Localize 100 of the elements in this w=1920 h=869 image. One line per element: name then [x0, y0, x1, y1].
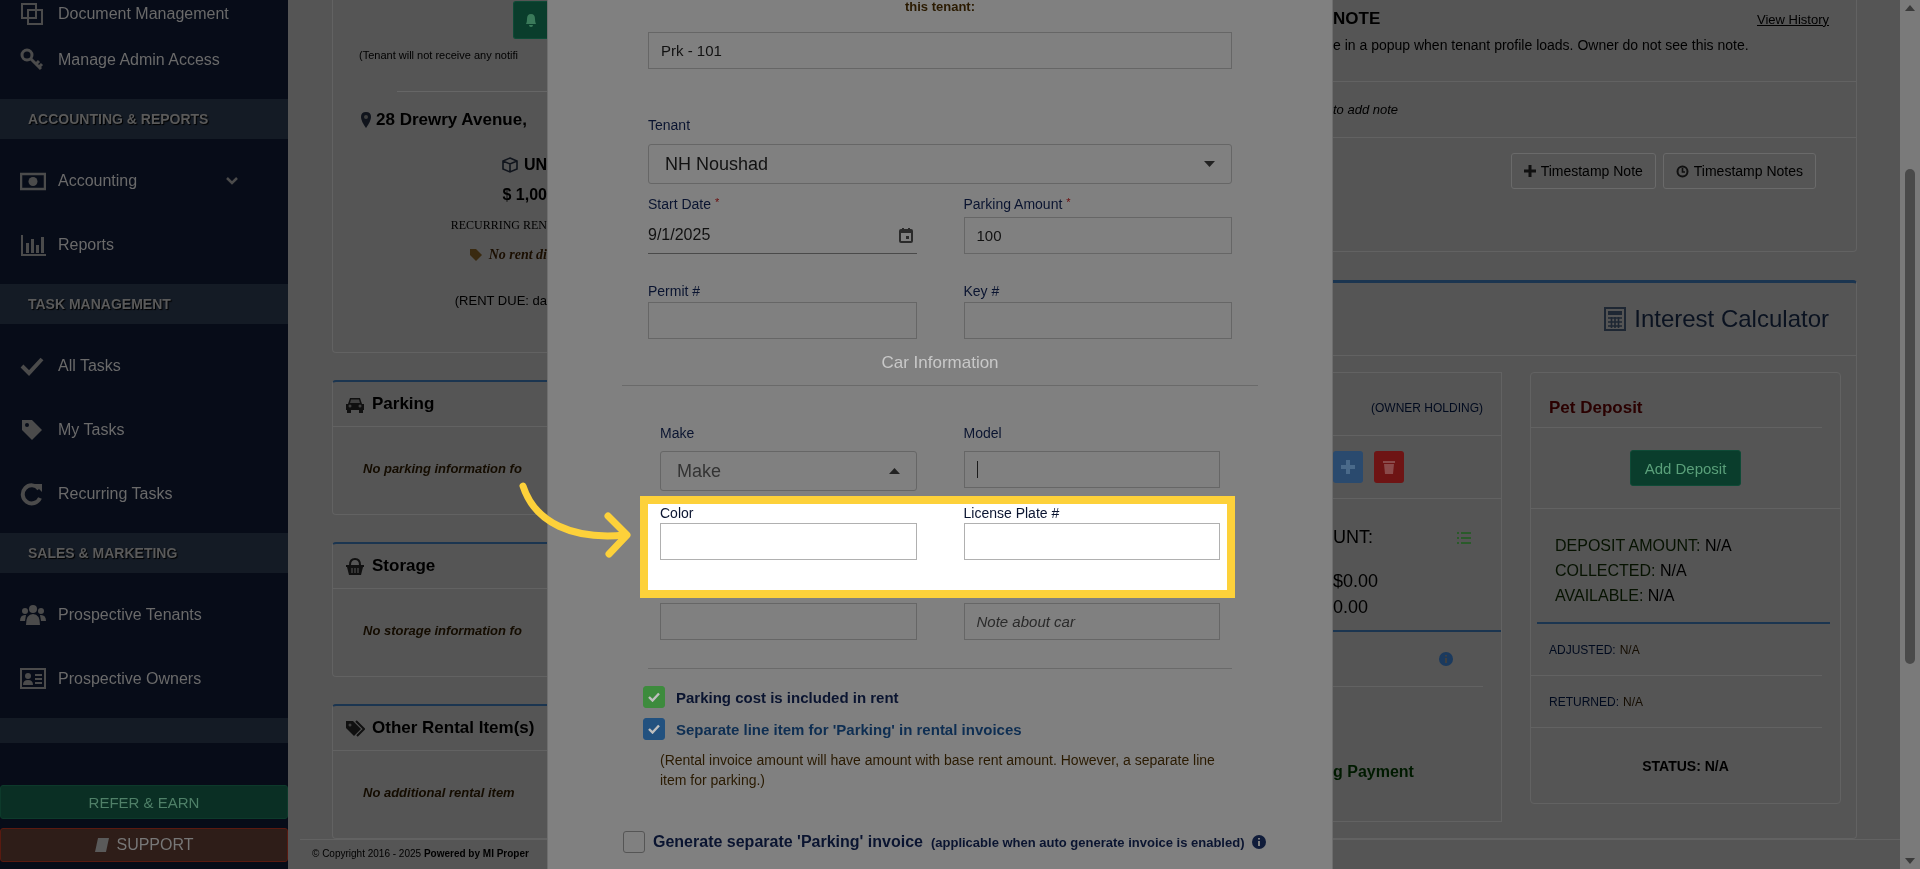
field-label: Permit #	[648, 283, 702, 301]
sidebar-item[interactable]: Manage Admin Access	[0, 28, 288, 92]
key-icon	[20, 48, 46, 72]
sidebar-item[interactable]: Accounting	[0, 149, 288, 213]
deposit-stat: COLLECTED: N/A	[1555, 561, 1688, 581]
empty-message: No parking information fo	[362, 460, 523, 478]
section-heading: ACCOUNTING & REPORTS	[0, 99, 288, 139]
section-title: Car Information	[880, 353, 1000, 373]
input-field[interactable]	[963, 451, 1220, 488]
checkbox[interactable]	[643, 686, 665, 708]
panel-title: Parking	[372, 394, 435, 414]
scroll-down-icon	[1905, 858, 1915, 864]
panel-title: Storage	[372, 556, 436, 576]
panel-title: Other Rental Item(s)	[372, 718, 535, 738]
help-note: (Rental invoice amount will have amount with base rent amount. However, a separate line item for parking.)	[660, 751, 1216, 790]
refer-button[interactable]: REFER & EARN	[0, 785, 288, 819]
add-button[interactable]	[1333, 451, 1363, 483]
input-field[interactable]	[660, 523, 917, 560]
checkbox[interactable]	[623, 831, 645, 853]
plus-icon	[1523, 165, 1536, 177]
field-label: Color	[660, 505, 695, 523]
info-icon	[1252, 835, 1267, 849]
rent-label: RECURRING REN	[450, 218, 547, 233]
rent-due-text: (RENT DUE: da	[454, 293, 547, 308]
input-field[interactable]	[963, 523, 1220, 560]
view-history-link[interactable]: View History	[1757, 11, 1829, 27]
note-description: e in a popup when tenant profile loads. Owner do not see this note.	[1333, 37, 1750, 55]
checkbox-option[interactable]: Separate line item for 'Parking' in rental invoices	[643, 718, 1232, 740]
deposit-stat: AVAILABLE: N/A	[1555, 586, 1676, 606]
payment-link[interactable]: g Payment	[1333, 763, 1501, 781]
date-field[interactable]: 9/1/2025	[648, 217, 917, 254]
property-address: 28 Drewry Avenue,	[376, 110, 527, 130]
calculator-title: Interest Calculator	[1634, 305, 1829, 333]
list-icon	[1457, 531, 1471, 544]
add-deposit-button[interactable]: Add Deposit	[1629, 450, 1742, 486]
trash-icon	[1382, 459, 1396, 475]
deposit-detail: RETURNED: N/A	[1531, 676, 1822, 728]
caret-icon	[1204, 161, 1215, 167]
field-label: License Plate #	[963, 505, 1061, 523]
sidebar-item[interactable]: Document Management	[0, 0, 288, 28]
scrollbar[interactable]	[1900, 0, 1920, 869]
input-field[interactable]: 100	[963, 217, 1232, 254]
plus-icon	[1340, 459, 1356, 475]
section-heading: TASK MANAGEMENT	[0, 284, 288, 324]
sidebar-item[interactable]: All Tasks	[0, 334, 288, 398]
field-label: Make	[660, 425, 696, 443]
tags-icon	[345, 718, 365, 738]
field-label: Tenant	[648, 117, 692, 135]
input-field[interactable]: Prk - 101	[648, 32, 1232, 69]
scroll-up-icon	[1905, 5, 1915, 11]
empty-message: No additional rental item	[362, 784, 516, 802]
support-button[interactable]: SUPPORT	[0, 828, 288, 862]
discount-text: No rent di	[488, 247, 547, 263]
timestamp-notes-button[interactable]: Timestamp Notes	[1662, 153, 1816, 189]
delete-button[interactable]	[1374, 451, 1404, 483]
deposit-stat: DEPOSIT AMOUNT: N/A	[1555, 536, 1733, 556]
input-field[interactable]: Note about car	[963, 603, 1220, 640]
info-icon	[1439, 652, 1453, 666]
book-icon	[94, 837, 111, 853]
basket-icon	[345, 556, 365, 576]
modal-heading: this tenant:	[903, 0, 977, 14]
deposit-status: STATUS: N/A	[1642, 757, 1729, 774]
scrollbar-thumb[interactable]	[1905, 169, 1915, 664]
checkmark-icon	[648, 724, 660, 734]
checkbox-option[interactable]: Parking cost is included in rent	[643, 686, 1232, 708]
note-title: NOTE	[1333, 9, 1381, 29]
deposit-detail: ADJUSTED: N/A	[1531, 624, 1822, 676]
section-heading: SALES & MARKETING	[0, 533, 288, 573]
field-label: Key #	[963, 283, 1001, 301]
timestamp-note-button[interactable]: Timestamp Note	[1510, 153, 1656, 189]
users-icon	[20, 603, 46, 627]
chart-icon	[20, 233, 46, 257]
calculator-icon	[1604, 307, 1627, 331]
sidebar-item[interactable]: Prospective Tenants	[0, 583, 288, 647]
select-field[interactable]: Make	[660, 451, 917, 491]
add-note-prompt[interactable]: to add note	[1333, 81, 1856, 138]
sidebar-item[interactable]: My Tasks	[0, 398, 288, 462]
checkbox[interactable]	[643, 718, 665, 740]
field-label: Parking Amount *	[963, 196, 1072, 214]
map-pin-icon	[361, 112, 371, 128]
empty-message: No storage information fo	[362, 622, 523, 640]
document-icon	[20, 2, 46, 26]
notify-button[interactable]	[513, 1, 547, 39]
sidebar-item[interactable]: Reports	[0, 213, 288, 277]
notification-note: (Tenant will not receive any notifi	[359, 49, 519, 61]
amount-label: UNT:	[1333, 527, 1373, 548]
input-field[interactable]	[648, 302, 917, 339]
amount-value: 0.00	[1333, 596, 1370, 619]
rent-amount: $ 1,00	[502, 186, 547, 204]
sidebar-item[interactable]: Prospective Owners	[0, 647, 288, 711]
amount-value: $0.00	[1333, 570, 1380, 593]
tag-icon	[468, 248, 483, 262]
field-label: Model	[963, 425, 1003, 443]
input-field[interactable]	[963, 302, 1232, 339]
cube-icon	[501, 157, 518, 173]
select-field[interactable]: NH Noushad	[648, 144, 1232, 184]
input-field[interactable]	[660, 603, 917, 640]
deposit-title: Pet Deposit	[1531, 373, 1822, 428]
sidebar-item[interactable]: Recurring Tasks	[0, 462, 288, 526]
clock-icon	[1675, 164, 1689, 178]
